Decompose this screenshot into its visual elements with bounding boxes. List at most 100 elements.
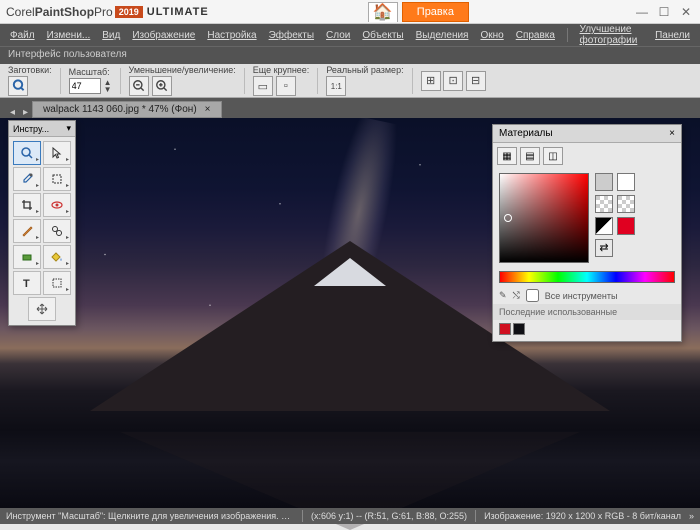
- snap-button-1[interactable]: ⊞: [421, 71, 441, 91]
- actual-label: Реальный размер:: [326, 65, 403, 75]
- menu-edit[interactable]: Измени...: [43, 28, 95, 43]
- fit-screen-button[interactable]: ▫: [276, 76, 296, 96]
- tool-clone[interactable]: ▸: [43, 219, 71, 243]
- tool-brush[interactable]: ▸: [13, 219, 41, 243]
- edition-label: ULTIMATE: [147, 6, 209, 18]
- home-icon: 🏠: [373, 2, 393, 22]
- swatch-pattern-1[interactable]: [595, 195, 613, 213]
- tool-pick[interactable]: ▸: [43, 141, 71, 165]
- zoom-inout-label: Уменьшение/увеличение:: [129, 65, 236, 75]
- bigger-label: Еще крупнее:: [253, 65, 310, 75]
- tool-text[interactable]: T: [13, 271, 41, 295]
- zoom-inout-group: Уменьшение/увеличение:: [129, 65, 236, 96]
- hue-strip[interactable]: [499, 271, 675, 283]
- menu-photo-enhance[interactable]: Улучшение фотографии: [576, 22, 648, 48]
- statusbar: Инструмент "Масштаб": Щелкните для увели…: [0, 508, 700, 524]
- all-tools-checkbox[interactable]: [526, 289, 539, 302]
- swatch-bw[interactable]: [595, 217, 613, 235]
- document-tab[interactable]: walpack 1143 060.jpg * 47% (Фон) ×: [32, 101, 221, 118]
- zoom-input[interactable]: [69, 78, 101, 94]
- brand-suffix: Pro: [94, 5, 113, 19]
- menu-view[interactable]: Вид: [98, 28, 124, 43]
- materials-tab-3[interactable]: ◫: [543, 147, 563, 165]
- materials-tab-1[interactable]: ▦: [497, 147, 517, 165]
- zoom-out-button[interactable]: [129, 76, 149, 96]
- document-tab-close[interactable]: ×: [205, 104, 211, 115]
- zoom-stepper[interactable]: ▲▼: [104, 79, 112, 93]
- swatch-bg[interactable]: [617, 173, 635, 191]
- tool-selection[interactable]: ▸: [43, 167, 71, 191]
- tool-shape[interactable]: ▸: [13, 245, 41, 269]
- tool-eraser[interactable]: ▸: [43, 271, 71, 295]
- zoom-label: Масштаб:: [69, 67, 112, 77]
- tab-prev[interactable]: ◂: [6, 107, 19, 118]
- svg-text:T: T: [23, 278, 30, 290]
- tab-next[interactable]: ▸: [19, 107, 32, 118]
- document-tab-label: walpack 1143 060.jpg * 47% (Фон): [43, 104, 197, 115]
- menu-panels[interactable]: Панели: [651, 28, 694, 43]
- zoom-group: Масштаб: ▲▼: [69, 67, 112, 94]
- tool-crop[interactable]: ▸: [13, 193, 41, 217]
- subbar: Интерфейс пользователя: [0, 46, 700, 64]
- presets-dropdown[interactable]: [8, 76, 28, 96]
- recent-label: Последние использованные: [493, 304, 681, 320]
- menu-image[interactable]: Изображение: [128, 28, 199, 43]
- brand: CorelPaintShopPro: [6, 5, 113, 19]
- fit-window-button[interactable]: ▭: [253, 76, 273, 96]
- status-more[interactable]: »: [689, 511, 694, 521]
- tool-fill[interactable]: ▸: [43, 245, 71, 269]
- actual-group: Реальный размер: 1:1: [326, 65, 403, 96]
- menu-file[interactable]: Файл: [6, 28, 39, 43]
- titlebar: CorelPaintShopPro 2019 ULTIMATE 🏠 Правка…: [0, 0, 700, 24]
- minimize-button[interactable]: —: [634, 4, 650, 20]
- presets-group: Заготовки:: [8, 65, 52, 96]
- tools-panel-menu-icon[interactable]: ▾: [66, 123, 71, 134]
- presets-label: Заготовки:: [8, 65, 52, 75]
- tool-dropper[interactable]: ▸: [13, 167, 41, 191]
- maximize-button[interactable]: ☐: [656, 4, 672, 20]
- menu-selections[interactable]: Выделения: [412, 28, 473, 43]
- menu-layers[interactable]: Слои: [322, 28, 354, 43]
- snap-button-3[interactable]: ⊟: [466, 71, 486, 91]
- menu-divider: [567, 28, 568, 42]
- recent-swatch-2[interactable]: [513, 323, 525, 335]
- tool-redeye[interactable]: ▸: [43, 193, 71, 217]
- all-tools-label: Все инструменты: [545, 291, 618, 301]
- menubar: Файл Измени... Вид Изображение Настройка…: [0, 24, 700, 46]
- workspace[interactable]: Инстру... ▾ ▸ ▸ ▸ ▸ ▸ ▸ ▸ ▸ ▸ ▸ T ▸ Мате…: [0, 118, 700, 508]
- materials-close[interactable]: ×: [669, 128, 675, 139]
- tool-pan[interactable]: [28, 297, 56, 321]
- tools-panel-header[interactable]: Инстру... ▾: [9, 121, 75, 137]
- edit-tab[interactable]: Правка: [402, 2, 469, 22]
- close-button[interactable]: ✕: [678, 4, 694, 20]
- menu-objects[interactable]: Объекты: [358, 28, 407, 43]
- color-picker[interactable]: [499, 173, 589, 263]
- status-image-info: Изображение: 1920 x 1200 x RGB - 8 бит/к…: [484, 511, 681, 521]
- swap-colors[interactable]: ⇄: [595, 239, 613, 257]
- picker-cursor: [504, 214, 512, 222]
- snowcap-graphic: [314, 258, 386, 286]
- recent-swatch-1[interactable]: [499, 323, 511, 335]
- home-tab[interactable]: 🏠: [368, 2, 398, 22]
- swap-icon[interactable]: ⤭: [513, 290, 520, 301]
- tools-panel-title: Инстру...: [13, 124, 49, 134]
- swatch-pattern-2[interactable]: [617, 195, 635, 213]
- dropper-icon[interactable]: ✎: [499, 290, 507, 301]
- menu-window[interactable]: Окно: [476, 28, 507, 43]
- snap-button-2[interactable]: ⊡: [443, 71, 463, 91]
- zoom-in-button[interactable]: [152, 76, 172, 96]
- actual-size-button[interactable]: 1:1: [326, 76, 346, 96]
- materials-tab-2[interactable]: ▤: [520, 147, 540, 165]
- brand-mid: PaintShop: [35, 5, 94, 19]
- tool-zoom[interactable]: ▸: [13, 141, 41, 165]
- swatch-fg[interactable]: [595, 173, 613, 191]
- materials-header[interactable]: Материалы ×: [493, 125, 681, 143]
- year-badge: 2019: [115, 6, 143, 18]
- materials-title: Материалы: [499, 128, 553, 139]
- menu-help[interactable]: Справка: [512, 28, 559, 43]
- status-hint: Инструмент "Масштаб": Щелкните для увели…: [6, 511, 294, 521]
- swatch-red[interactable]: [617, 217, 635, 235]
- menu-effects[interactable]: Эффекты: [265, 28, 318, 43]
- menu-adjust[interactable]: Настройка: [203, 28, 260, 43]
- status-coords: (x:606 y:1) -- (R:51, G:61, B:88, O:255): [311, 511, 467, 521]
